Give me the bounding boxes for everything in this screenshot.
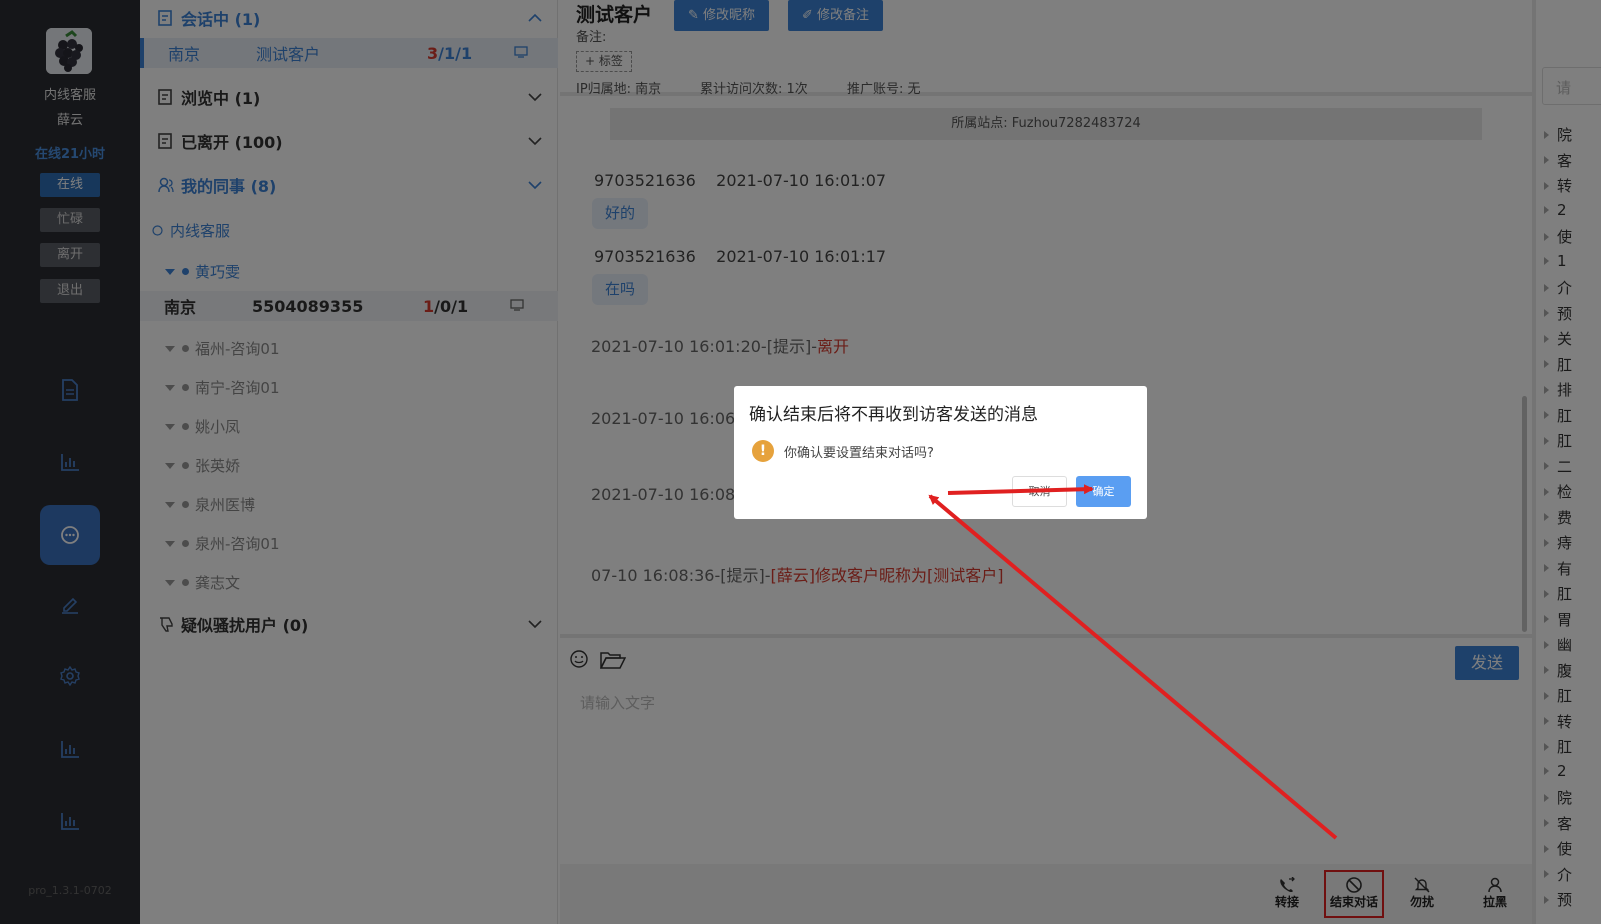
dialog-title: 确认结束后将不再收到访客发送的消息 (749, 405, 1038, 425)
warning-icon: ! (752, 440, 774, 462)
confirm-button[interactable]: 确定 (1076, 476, 1131, 507)
cancel-button[interactable]: 取消 (1012, 476, 1067, 507)
dialog-message: 你确认要设置结束对话吗? (784, 446, 934, 461)
confirm-dialog: 确认结束后将不再收到访客发送的消息 ! 你确认要设置结束对话吗? 取消 确定 (734, 386, 1147, 519)
